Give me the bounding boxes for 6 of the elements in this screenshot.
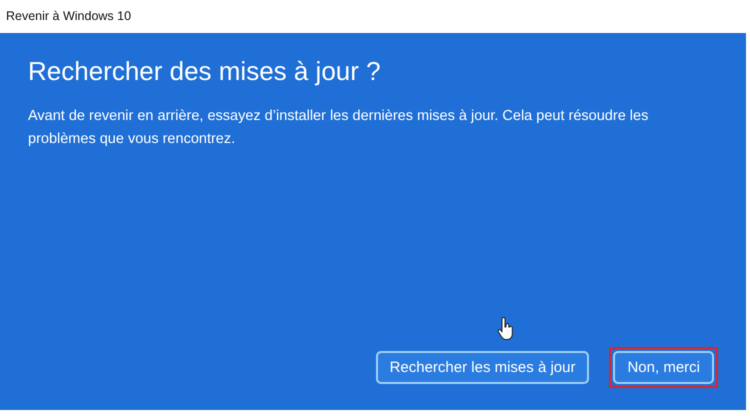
window-title: Revenir à Windows 10 bbox=[6, 8, 132, 26]
dialog-heading: Rechercher des mises à jour ? bbox=[28, 55, 382, 88]
decline-button[interactable]: Non, merci bbox=[613, 350, 714, 384]
check-updates-button[interactable]: Rechercher les mises à jour bbox=[376, 350, 590, 384]
description-text: Avant de revenir en arrière, essayez d’installer les dernières mises à jour. Cela peut résoudre les problèmes que vous rencontrez. bbox=[28, 106, 650, 149]
hand-cursor-icon bbox=[496, 316, 515, 340]
